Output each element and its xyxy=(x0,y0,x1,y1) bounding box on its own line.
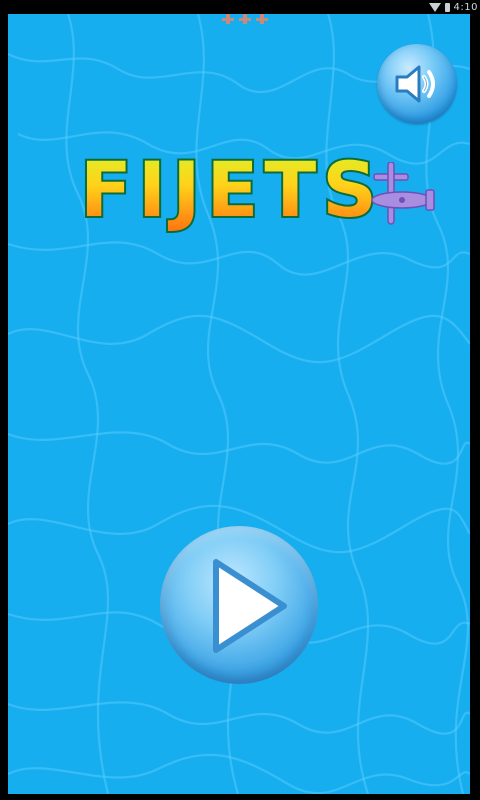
play-button[interactable] xyxy=(160,526,318,684)
enemy-planes xyxy=(222,14,268,24)
battery-icon xyxy=(444,2,450,12)
player-plane-icon xyxy=(371,162,435,225)
left-frame xyxy=(0,14,8,800)
sound-toggle-button[interactable] xyxy=(377,44,457,124)
wifi-icon xyxy=(428,2,441,12)
game-title-container: FIJETS xyxy=(78,143,383,236)
play-icon xyxy=(213,559,287,653)
status-time: 4:10 xyxy=(453,1,478,13)
bottom-frame xyxy=(0,794,480,800)
game-title: FIJETS xyxy=(80,145,383,234)
status-bar: 4:10 xyxy=(0,0,480,14)
game-screen: FIJETS xyxy=(8,14,470,794)
right-frame xyxy=(470,14,480,800)
speaker-icon xyxy=(395,65,435,103)
